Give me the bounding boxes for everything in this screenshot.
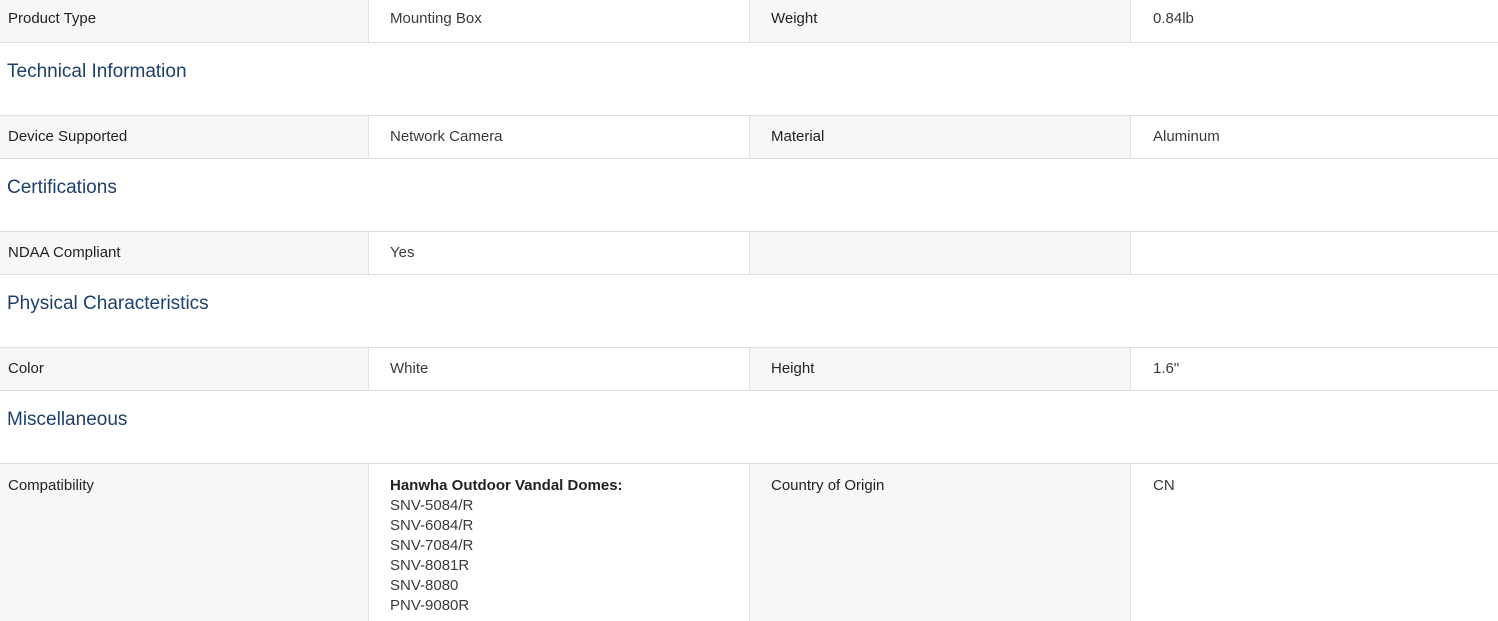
product-type-value: Mounting Box (369, 0, 750, 42)
list-item: SNV-8080 (390, 577, 459, 594)
color-label: Color (0, 348, 369, 390)
country-of-origin-value: CN (1131, 464, 1498, 621)
list-item: SNV-5084/R (390, 497, 474, 514)
list-item: PNV-9080R (390, 597, 470, 614)
section-physical-characteristics: Physical Characteristics (0, 275, 1498, 348)
spec-row-product-type: Product Type Mounting Box Weight 0.84lb (0, 0, 1498, 43)
device-supported-value: Network Camera (369, 116, 750, 158)
list-item: SNV-7084/R (390, 537, 474, 554)
empty-value-cell (1131, 232, 1498, 274)
ndaa-compliant-label: NDAA Compliant (0, 232, 369, 274)
compatibility-label: Compatibility (0, 464, 369, 621)
material-label: Material (750, 116, 1131, 158)
product-type-label: Product Type (0, 0, 369, 42)
height-label: Height (750, 348, 1131, 390)
section-title-certifications: Certifications (7, 177, 117, 198)
list-item: SNV-8081R (390, 557, 470, 574)
section-title-physical: Physical Characteristics (7, 293, 209, 314)
spec-row-color: Color White Height 1.6" (0, 348, 1498, 391)
section-technical-information: Technical Information (0, 43, 1498, 116)
country-of-origin-label: Country of Origin (750, 464, 1131, 621)
weight-value: 0.84lb (1131, 0, 1498, 42)
height-value: 1.6" (1131, 348, 1498, 390)
spec-row-compatibility: Compatibility Hanwha Outdoor Vandal Dome… (0, 464, 1498, 621)
compatibility-value: Hanwha Outdoor Vandal Domes: SNV-5084/R … (369, 464, 750, 621)
ndaa-compliant-value: Yes (369, 232, 750, 274)
list-item: SNV-6084/R (390, 517, 474, 534)
specifications-table: Product Type Mounting Box Weight 0.84lb … (0, 0, 1498, 621)
device-supported-label: Device Supported (0, 116, 369, 158)
spec-row-ndaa: NDAA Compliant Yes (0, 232, 1498, 275)
empty-label-cell (750, 232, 1131, 274)
material-value: Aluminum (1131, 116, 1498, 158)
spec-row-device-supported: Device Supported Network Camera Material… (0, 116, 1498, 159)
section-miscellaneous: Miscellaneous (0, 391, 1498, 464)
weight-label: Weight (750, 0, 1131, 42)
compatibility-title: Hanwha Outdoor Vandal Domes: (390, 477, 623, 494)
color-value: White (369, 348, 750, 390)
section-certifications: Certifications (0, 159, 1498, 232)
compatibility-model-list: SNV-5084/R SNV-6084/R SNV-7084/R SNV-808… (390, 496, 749, 616)
section-title-technical: Technical Information (7, 61, 187, 82)
section-title-miscellaneous: Miscellaneous (7, 409, 128, 430)
